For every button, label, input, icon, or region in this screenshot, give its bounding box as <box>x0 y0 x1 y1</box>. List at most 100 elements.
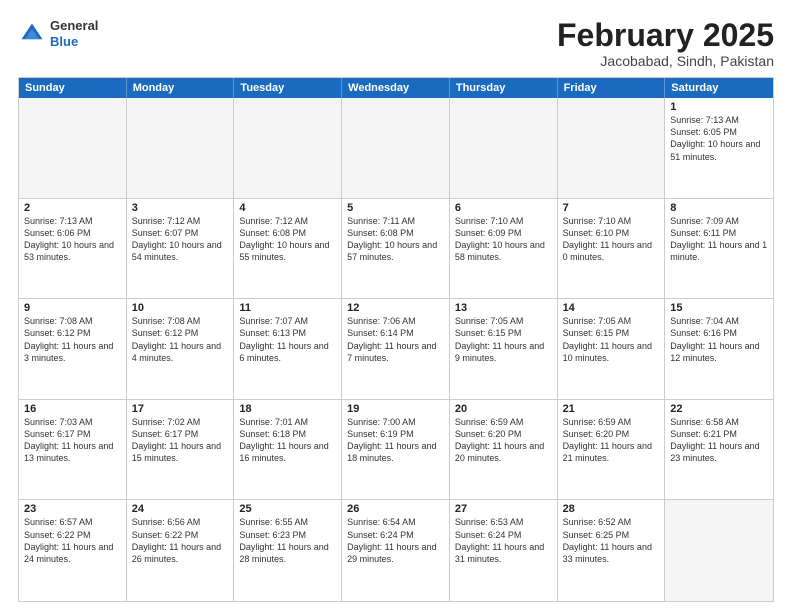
day-number: 7 <box>563 202 660 214</box>
cell-info: Sunrise: 7:02 AM Sunset: 6:17 PM Dayligh… <box>132 416 229 465</box>
cell-info: Sunrise: 7:11 AM Sunset: 6:08 PM Dayligh… <box>347 215 444 264</box>
calendar-row-4: 23Sunrise: 6:57 AM Sunset: 6:22 PM Dayli… <box>19 500 773 601</box>
calendar-cell <box>234 98 342 198</box>
logo-text: General Blue <box>50 18 98 49</box>
day-number: 22 <box>670 403 768 415</box>
cell-info: Sunrise: 7:10 AM Sunset: 6:09 PM Dayligh… <box>455 215 552 264</box>
calendar-cell: 5Sunrise: 7:11 AM Sunset: 6:08 PM Daylig… <box>342 199 450 299</box>
day-number: 10 <box>132 302 229 314</box>
header-day-sunday: Sunday <box>19 78 127 98</box>
header-day-tuesday: Tuesday <box>234 78 342 98</box>
cell-info: Sunrise: 7:04 AM Sunset: 6:16 PM Dayligh… <box>670 315 768 364</box>
header-day-friday: Friday <box>558 78 666 98</box>
calendar-cell <box>665 500 773 601</box>
calendar-cell: 19Sunrise: 7:00 AM Sunset: 6:19 PM Dayli… <box>342 400 450 500</box>
day-number: 13 <box>455 302 552 314</box>
cell-info: Sunrise: 7:05 AM Sunset: 6:15 PM Dayligh… <box>455 315 552 364</box>
cell-info: Sunrise: 7:13 AM Sunset: 6:06 PM Dayligh… <box>24 215 121 264</box>
day-number: 21 <box>563 403 660 415</box>
day-number: 20 <box>455 403 552 415</box>
day-number: 15 <box>670 302 768 314</box>
calendar-cell <box>450 98 558 198</box>
cell-info: Sunrise: 7:08 AM Sunset: 6:12 PM Dayligh… <box>24 315 121 364</box>
calendar-cell: 6Sunrise: 7:10 AM Sunset: 6:09 PM Daylig… <box>450 199 558 299</box>
day-number: 9 <box>24 302 121 314</box>
calendar-cell: 23Sunrise: 6:57 AM Sunset: 6:22 PM Dayli… <box>19 500 127 601</box>
day-number: 14 <box>563 302 660 314</box>
day-number: 23 <box>24 503 121 515</box>
cell-info: Sunrise: 6:59 AM Sunset: 6:20 PM Dayligh… <box>455 416 552 465</box>
calendar: SundayMondayTuesdayWednesdayThursdayFrid… <box>18 77 774 602</box>
calendar-body: 1Sunrise: 7:13 AM Sunset: 6:05 PM Daylig… <box>19 98 773 601</box>
location-title: Jacobabad, Sindh, Pakistan <box>557 53 774 69</box>
day-number: 18 <box>239 403 336 415</box>
calendar-cell: 28Sunrise: 6:52 AM Sunset: 6:25 PM Dayli… <box>558 500 666 601</box>
calendar-cell: 18Sunrise: 7:01 AM Sunset: 6:18 PM Dayli… <box>234 400 342 500</box>
logo-general: General <box>50 18 98 33</box>
header-day-wednesday: Wednesday <box>342 78 450 98</box>
calendar-cell: 2Sunrise: 7:13 AM Sunset: 6:06 PM Daylig… <box>19 199 127 299</box>
page-header: General Blue February 2025 Jacobabad, Si… <box>18 18 774 69</box>
header-day-monday: Monday <box>127 78 235 98</box>
cell-info: Sunrise: 6:57 AM Sunset: 6:22 PM Dayligh… <box>24 516 121 565</box>
day-number: 25 <box>239 503 336 515</box>
cell-info: Sunrise: 6:55 AM Sunset: 6:23 PM Dayligh… <box>239 516 336 565</box>
calendar-cell: 9Sunrise: 7:08 AM Sunset: 6:12 PM Daylig… <box>19 299 127 399</box>
logo-blue: Blue <box>50 34 78 49</box>
cell-info: Sunrise: 6:52 AM Sunset: 6:25 PM Dayligh… <box>563 516 660 565</box>
day-number: 8 <box>670 202 768 214</box>
cell-info: Sunrise: 7:10 AM Sunset: 6:10 PM Dayligh… <box>563 215 660 264</box>
cell-info: Sunrise: 7:01 AM Sunset: 6:18 PM Dayligh… <box>239 416 336 465</box>
cell-info: Sunrise: 6:56 AM Sunset: 6:22 PM Dayligh… <box>132 516 229 565</box>
cell-info: Sunrise: 6:58 AM Sunset: 6:21 PM Dayligh… <box>670 416 768 465</box>
calendar-cell: 1Sunrise: 7:13 AM Sunset: 6:05 PM Daylig… <box>665 98 773 198</box>
day-number: 28 <box>563 503 660 515</box>
calendar-cell: 22Sunrise: 6:58 AM Sunset: 6:21 PM Dayli… <box>665 400 773 500</box>
header-day-saturday: Saturday <box>665 78 773 98</box>
day-number: 19 <box>347 403 444 415</box>
cell-info: Sunrise: 7:09 AM Sunset: 6:11 PM Dayligh… <box>670 215 768 264</box>
calendar-cell: 3Sunrise: 7:12 AM Sunset: 6:07 PM Daylig… <box>127 199 235 299</box>
calendar-row-2: 9Sunrise: 7:08 AM Sunset: 6:12 PM Daylig… <box>19 299 773 400</box>
cell-info: Sunrise: 7:00 AM Sunset: 6:19 PM Dayligh… <box>347 416 444 465</box>
day-number: 3 <box>132 202 229 214</box>
calendar-cell: 16Sunrise: 7:03 AM Sunset: 6:17 PM Dayli… <box>19 400 127 500</box>
header-day-thursday: Thursday <box>450 78 558 98</box>
calendar-cell <box>558 98 666 198</box>
calendar-cell: 11Sunrise: 7:07 AM Sunset: 6:13 PM Dayli… <box>234 299 342 399</box>
calendar-cell: 26Sunrise: 6:54 AM Sunset: 6:24 PM Dayli… <box>342 500 450 601</box>
cell-info: Sunrise: 7:03 AM Sunset: 6:17 PM Dayligh… <box>24 416 121 465</box>
day-number: 17 <box>132 403 229 415</box>
calendar-cell <box>127 98 235 198</box>
calendar-row-1: 2Sunrise: 7:13 AM Sunset: 6:06 PM Daylig… <box>19 199 773 300</box>
day-number: 6 <box>455 202 552 214</box>
calendar-cell: 25Sunrise: 6:55 AM Sunset: 6:23 PM Dayli… <box>234 500 342 601</box>
logo-icon <box>18 20 46 48</box>
cell-info: Sunrise: 7:08 AM Sunset: 6:12 PM Dayligh… <box>132 315 229 364</box>
cell-info: Sunrise: 7:06 AM Sunset: 6:14 PM Dayligh… <box>347 315 444 364</box>
day-number: 1 <box>670 101 768 113</box>
logo: General Blue <box>18 18 98 49</box>
cell-info: Sunrise: 7:05 AM Sunset: 6:15 PM Dayligh… <box>563 315 660 364</box>
cell-info: Sunrise: 6:59 AM Sunset: 6:20 PM Dayligh… <box>563 416 660 465</box>
calendar-cell: 15Sunrise: 7:04 AM Sunset: 6:16 PM Dayli… <box>665 299 773 399</box>
calendar-cell: 12Sunrise: 7:06 AM Sunset: 6:14 PM Dayli… <box>342 299 450 399</box>
calendar-cell: 14Sunrise: 7:05 AM Sunset: 6:15 PM Dayli… <box>558 299 666 399</box>
day-number: 4 <box>239 202 336 214</box>
cell-info: Sunrise: 6:53 AM Sunset: 6:24 PM Dayligh… <box>455 516 552 565</box>
title-section: February 2025 Jacobabad, Sindh, Pakistan <box>557 18 774 69</box>
day-number: 12 <box>347 302 444 314</box>
calendar-cell: 20Sunrise: 6:59 AM Sunset: 6:20 PM Dayli… <box>450 400 558 500</box>
calendar-row-0: 1Sunrise: 7:13 AM Sunset: 6:05 PM Daylig… <box>19 98 773 199</box>
calendar-row-3: 16Sunrise: 7:03 AM Sunset: 6:17 PM Dayli… <box>19 400 773 501</box>
calendar-cell: 4Sunrise: 7:12 AM Sunset: 6:08 PM Daylig… <box>234 199 342 299</box>
cell-info: Sunrise: 7:07 AM Sunset: 6:13 PM Dayligh… <box>239 315 336 364</box>
calendar-cell: 8Sunrise: 7:09 AM Sunset: 6:11 PM Daylig… <box>665 199 773 299</box>
day-number: 16 <box>24 403 121 415</box>
calendar-cell: 10Sunrise: 7:08 AM Sunset: 6:12 PM Dayli… <box>127 299 235 399</box>
day-number: 5 <box>347 202 444 214</box>
day-number: 2 <box>24 202 121 214</box>
cell-info: Sunrise: 7:13 AM Sunset: 6:05 PM Dayligh… <box>670 114 768 163</box>
cell-info: Sunrise: 6:54 AM Sunset: 6:24 PM Dayligh… <box>347 516 444 565</box>
calendar-cell: 7Sunrise: 7:10 AM Sunset: 6:10 PM Daylig… <box>558 199 666 299</box>
